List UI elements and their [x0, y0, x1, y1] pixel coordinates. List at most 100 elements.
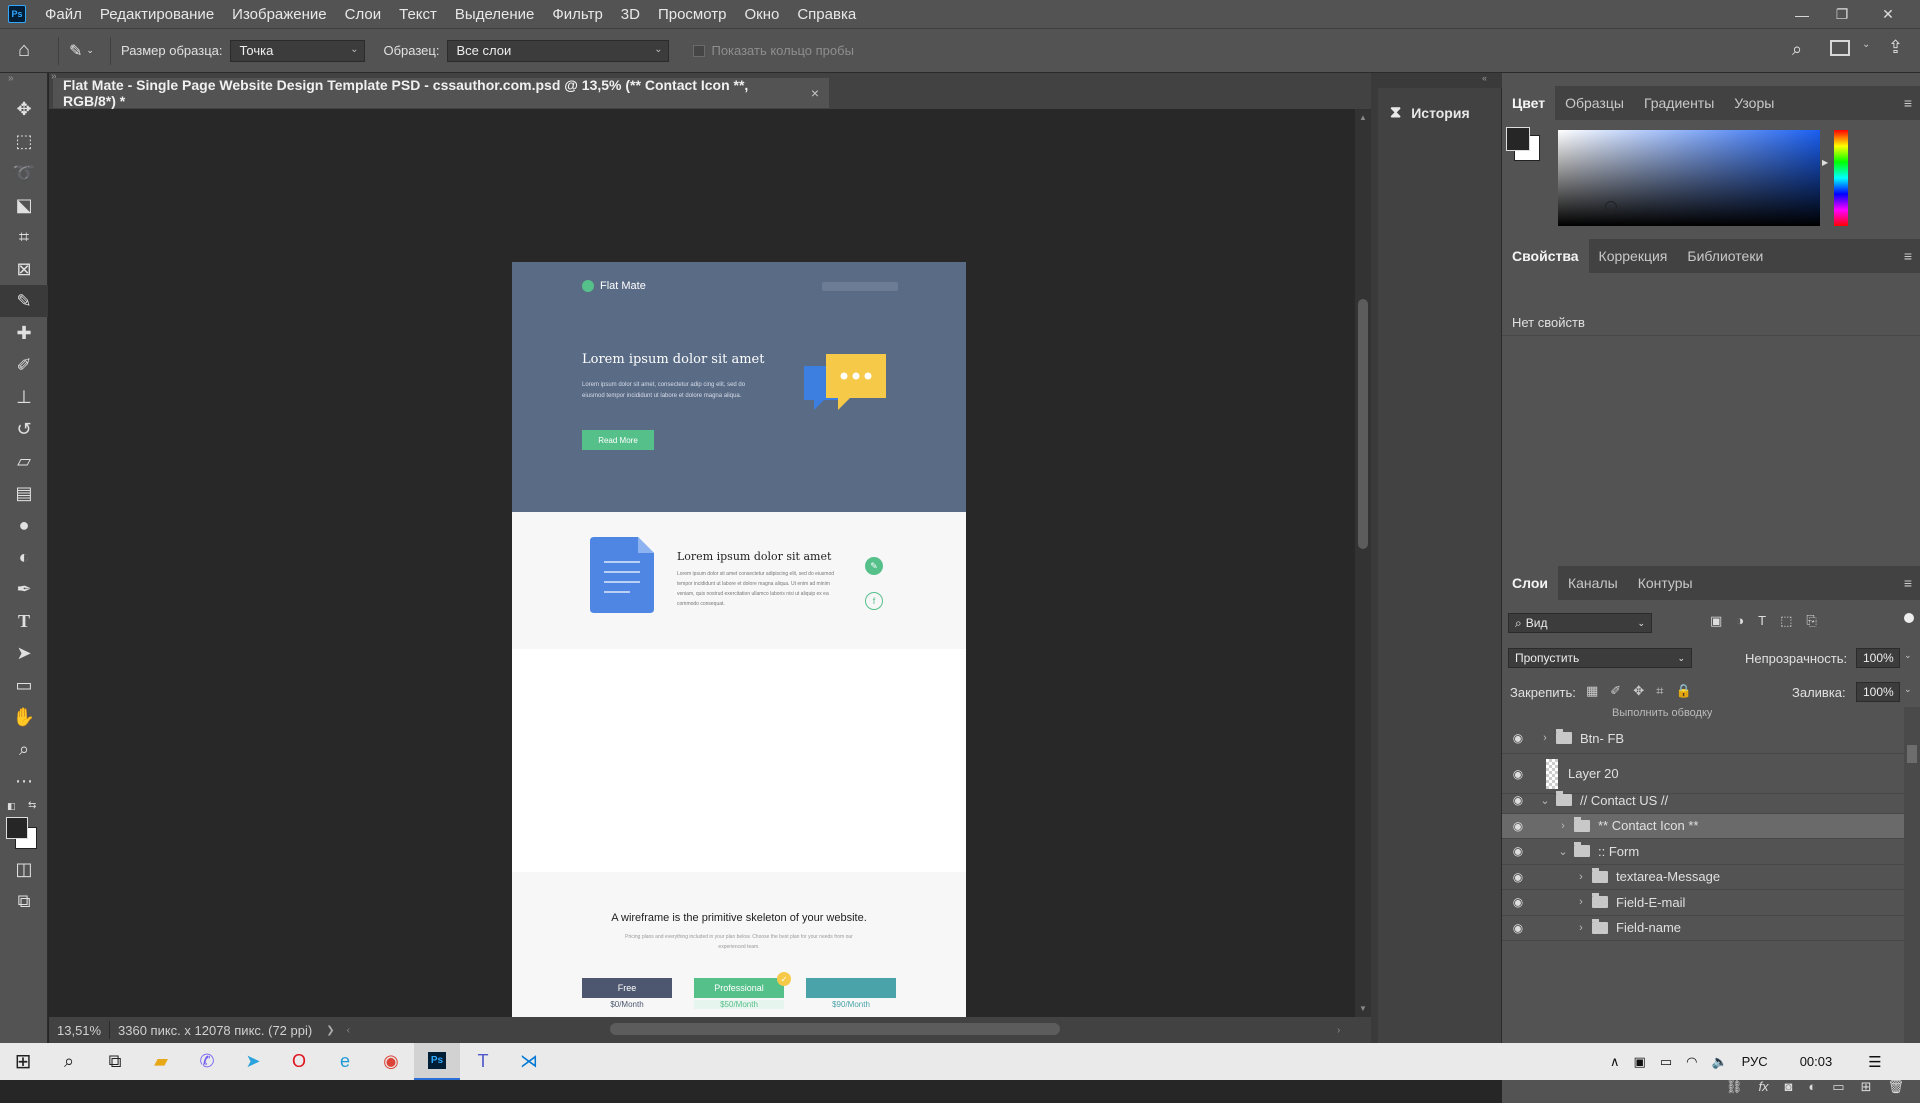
scroll-down-icon[interactable]: ▼: [1359, 1004, 1367, 1013]
toolbox-collapse-icon[interactable]: »: [0, 73, 47, 93]
new-layer-icon[interactable]: ⊞: [1861, 1079, 1872, 1103]
workspace-icon[interactable]: [1830, 40, 1850, 56]
restore-icon[interactable]: ❐: [1822, 0, 1862, 29]
group-toggle-icon[interactable]: ›: [1556, 820, 1570, 832]
screen-mode-icon[interactable]: ⧉: [0, 885, 48, 917]
eyedropper-preset-icon[interactable]: ✎ ⌄: [69, 41, 94, 61]
menu-item[interactable]: Окно: [735, 6, 788, 23]
panel-menu-icon[interactable]: ≡: [1904, 95, 1912, 111]
opacity-input[interactable]: 100%: [1856, 648, 1900, 668]
volume-icon[interactable]: 🔈: [1711, 1054, 1727, 1070]
move-tool-icon[interactable]: ✥: [0, 93, 48, 125]
menu-item[interactable]: Фильтр: [543, 6, 611, 23]
battery-icon[interactable]: ▭: [1660, 1054, 1672, 1070]
group-toggle-icon[interactable]: ⌄: [1556, 845, 1570, 858]
gradient-tool-icon[interactable]: ▤: [0, 477, 48, 509]
color-foreground-swatch[interactable]: [1506, 127, 1530, 151]
more-tools-icon[interactable]: ⋯: [0, 765, 48, 797]
menu-item[interactable]: Текст: [390, 6, 446, 23]
document-canvas[interactable]: Flat Mate Lorem ipsum dolor sit amet Lor…: [512, 262, 966, 1018]
eyedropper-tool-icon[interactable]: ✎: [0, 285, 48, 317]
color-swatches[interactable]: ◧ ⇆: [0, 797, 47, 853]
show-ring-checkbox[interactable]: [693, 44, 706, 57]
hue-slider[interactable]: [1834, 130, 1848, 226]
layer-row[interactable]: ◉ ⌄ // Contact US //: [1502, 788, 1904, 814]
lock-position-icon[interactable]: ✥: [1633, 683, 1644, 699]
smart-object-filter-icon[interactable]: ⎘: [1806, 613, 1816, 629]
task-view-icon[interactable]: ⧉: [92, 1043, 138, 1080]
eraser-tool-icon[interactable]: ▱: [0, 445, 48, 477]
quick-mask-icon[interactable]: ◫: [0, 853, 48, 885]
photoshop-taskbar-icon[interactable]: Ps: [414, 1043, 460, 1080]
layers-scrollbar[interactable]: [1904, 707, 1920, 1077]
swap-colors-icon[interactable]: ⇆: [28, 800, 36, 811]
vertical-scroll-thumb[interactable]: [1358, 299, 1368, 549]
tab-adjustments[interactable]: Коррекция: [1589, 239, 1678, 273]
blend-mode-select[interactable]: Пропустить ⌄: [1508, 648, 1692, 668]
visibility-eye-icon[interactable]: ◉: [1502, 767, 1534, 781]
hand-tool-icon[interactable]: ✋: [0, 701, 48, 733]
tab-gradients[interactable]: Градиенты: [1634, 86, 1724, 120]
healing-brush-tool-icon[interactable]: ✚: [0, 317, 48, 349]
minimize-icon[interactable]: —: [1782, 0, 1822, 29]
edge-icon[interactable]: e: [322, 1043, 368, 1080]
visibility-eye-icon[interactable]: ◉: [1502, 819, 1534, 833]
visibility-eye-icon[interactable]: ◉: [1502, 793, 1534, 807]
share-icon[interactable]: ⇪: [1888, 37, 1903, 58]
menu-item[interactable]: Справка: [788, 6, 865, 23]
viber-icon[interactable]: ✆: [184, 1043, 230, 1080]
adjustment-filter-icon[interactable]: ◑: [1736, 613, 1744, 629]
vertical-scrollbar[interactable]: ▲ ▼: [1355, 109, 1371, 1017]
home-icon[interactable]: ⌂: [0, 39, 48, 62]
layer-row[interactable]: ◉ › textarea-Message: [1502, 865, 1904, 890]
sample-select[interactable]: Все слои ⌄: [447, 39, 670, 62]
tray-expand-icon[interactable]: ∧: [1610, 1054, 1620, 1070]
layer-row[interactable]: ◉ › ** Contact Icon **: [1502, 813, 1904, 839]
expand-panels-icon[interactable]: «: [1482, 73, 1487, 83]
layer-row[interactable]: ◉ › Field-name: [1502, 916, 1904, 941]
image-filter-icon[interactable]: ▣: [1710, 613, 1722, 629]
blur-tool-icon[interactable]: ●: [0, 509, 48, 541]
lock-all-icon[interactable]: 🔒: [1675, 683, 1691, 699]
opera-icon[interactable]: O: [276, 1043, 322, 1080]
windows-start-icon[interactable]: ⊞: [0, 1043, 46, 1080]
lock-pixels-icon[interactable]: ✐: [1610, 683, 1621, 699]
color-picker-field[interactable]: [1558, 130, 1820, 226]
rectangle-tool-icon[interactable]: ▭: [0, 669, 48, 701]
path-select-tool-icon[interactable]: ➤: [0, 637, 48, 669]
tab-paths[interactable]: Контуры: [1628, 566, 1703, 600]
menu-item[interactable]: Изображение: [223, 6, 336, 23]
group-toggle-icon[interactable]: ›: [1574, 922, 1588, 934]
brush-tool-icon[interactable]: ✐: [0, 349, 48, 381]
visibility-eye-icon[interactable]: ◉: [1502, 844, 1534, 858]
layer-filter-select[interactable]: ⌕ Вид ⌄: [1508, 613, 1652, 633]
group-toggle-icon[interactable]: ›: [1574, 871, 1588, 883]
vscode-icon[interactable]: ⋊: [506, 1043, 552, 1080]
menu-item[interactable]: Файл: [36, 6, 91, 23]
layer-row[interactable]: ◉ ⌄:: Form: [1502, 839, 1904, 865]
tab-patterns[interactable]: Узоры: [1724, 86, 1784, 120]
crop-tool-icon[interactable]: ⌗: [0, 221, 48, 253]
color-picker-cursor[interactable]: [1605, 201, 1617, 213]
visibility-eye-icon[interactable]: ◉: [1502, 870, 1534, 884]
group-toggle-icon[interactable]: ›: [1574, 896, 1588, 908]
menu-item[interactable]: Редактирование: [91, 6, 223, 23]
visibility-eye-icon[interactable]: ◉: [1502, 731, 1534, 745]
history-button[interactable]: ⧗ История: [1378, 98, 1502, 128]
panel-menu-icon[interactable]: ≡: [1904, 575, 1912, 591]
scroll-left-icon[interactable]: ‹: [347, 1025, 350, 1036]
type-tool-icon[interactable]: T: [0, 605, 48, 637]
file-explorer-icon[interactable]: ▰: [138, 1043, 184, 1080]
menu-item[interactable]: 3D: [612, 6, 649, 23]
object-select-tool-icon[interactable]: ⬕: [0, 189, 48, 221]
telegram-icon[interactable]: ➤: [230, 1043, 276, 1080]
close-tab-icon[interactable]: ×: [811, 85, 819, 101]
dodge-tool-icon[interactable]: ◐: [0, 541, 48, 573]
lasso-tool-icon[interactable]: ➰: [0, 157, 48, 189]
adjustment-layer-icon[interactable]: ◐: [1808, 1079, 1816, 1103]
lock-artboard-icon[interactable]: ⌗: [1656, 683, 1663, 699]
tab-properties[interactable]: Свойства: [1502, 239, 1589, 273]
horizontal-scroll-thumb[interactable]: [610, 1023, 1060, 1035]
stamp-tool-icon[interactable]: ⊥: [0, 381, 48, 413]
new-group-icon[interactable]: ▭: [1832, 1079, 1844, 1103]
